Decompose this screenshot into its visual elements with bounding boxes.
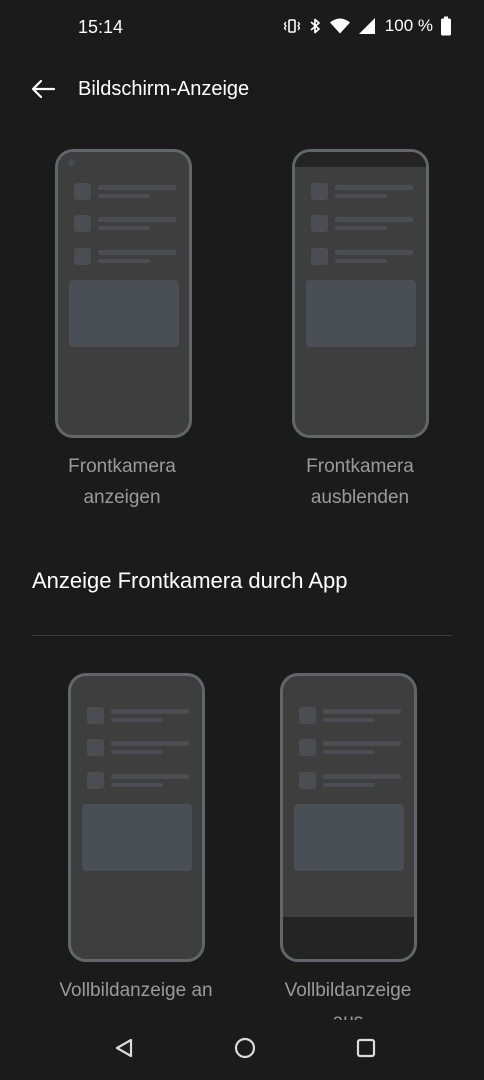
- mock-list-row: [74, 183, 176, 201]
- mock-list-row: [311, 215, 413, 233]
- mock-list-row: [74, 215, 176, 233]
- option-vollbildanzeige-an[interactable]: Vollbildanzeige an: [36, 673, 236, 1020]
- mock-list-row: [311, 183, 413, 201]
- option-frontkamera-anzeigen[interactable]: Frontkamera anzeigen: [22, 149, 222, 519]
- nav-back-button[interactable]: [106, 1034, 142, 1066]
- status-time: 15:14: [78, 17, 124, 37]
- bluetooth-icon: [308, 17, 322, 35]
- arrow-left-icon: [30, 79, 56, 104]
- option-label-line1: Frontkamera: [68, 456, 176, 477]
- navigation-bar: [0, 1020, 484, 1080]
- option-frontkamera-ausblenden[interactable]: Frontkamera ausblenden: [260, 149, 460, 519]
- battery-icon: [440, 16, 452, 36]
- phone-preview: [280, 673, 417, 962]
- vibrate-icon: [283, 17, 301, 35]
- home-circle-icon: [233, 1036, 257, 1065]
- option-label-line1: Vollbildanzeige: [284, 980, 412, 1001]
- mock-list-row: [299, 707, 401, 725]
- option-label-line1: Frontkamera: [306, 456, 414, 477]
- hidden-camera-band: [295, 152, 426, 167]
- status-icons: 100 %: [283, 16, 452, 36]
- option-label-line2: aus: [248, 1006, 448, 1020]
- back-button[interactable]: [24, 72, 62, 110]
- mock-card: [82, 804, 192, 871]
- mock-list-row: [311, 248, 413, 266]
- option-label: Frontkamera ausblenden: [260, 451, 460, 513]
- settings-content: Frontkamera anzeigen Frontkamera ausblen…: [0, 124, 484, 1020]
- option-label: Vollbildanzeige an: [36, 975, 236, 1006]
- mock-list-row: [87, 739, 189, 757]
- phone-preview: [55, 149, 192, 438]
- divider: [32, 635, 452, 636]
- wifi-icon: [329, 17, 351, 35]
- option-label: Vollbildanzeige aus: [248, 975, 448, 1020]
- option-label: Frontkamera anzeigen: [22, 451, 222, 513]
- mock-list-row: [87, 707, 189, 725]
- page-title: Bildschirm-Anzeige: [78, 78, 250, 100]
- nav-recents-button[interactable]: [348, 1034, 384, 1066]
- phone-preview: [292, 149, 429, 438]
- back-triangle-icon: [113, 1037, 135, 1064]
- cell-signal-icon: [358, 17, 376, 35]
- battery-percent: 100 %: [384, 16, 433, 35]
- app-bar: Bildschirm-Anzeige: [0, 56, 484, 124]
- option-label-line2: ausblenden: [310, 487, 410, 508]
- option-vollbildanzeige-aus[interactable]: Vollbildanzeige aus: [248, 673, 448, 1020]
- phone-preview: [68, 673, 205, 962]
- recents-square-icon: [355, 1037, 377, 1064]
- mock-list-row: [74, 248, 176, 266]
- option-label-line1: Vollbildanzeige an: [59, 980, 213, 1001]
- mock-card: [306, 280, 416, 347]
- nav-home-button[interactable]: [227, 1034, 263, 1066]
- front-camera-dot: [68, 159, 75, 166]
- mock-card: [69, 280, 179, 347]
- option-label-line2: anzeigen: [83, 487, 161, 508]
- mock-card: [294, 804, 404, 871]
- mock-list-row: [299, 772, 401, 790]
- status-bar: 15:14 100 %: [0, 0, 484, 56]
- mock-list-row: [299, 739, 401, 757]
- section-title: Anzeige Frontkamera durch App: [32, 568, 348, 593]
- mock-list-row: [87, 772, 189, 790]
- letterbox-band: [283, 917, 414, 959]
